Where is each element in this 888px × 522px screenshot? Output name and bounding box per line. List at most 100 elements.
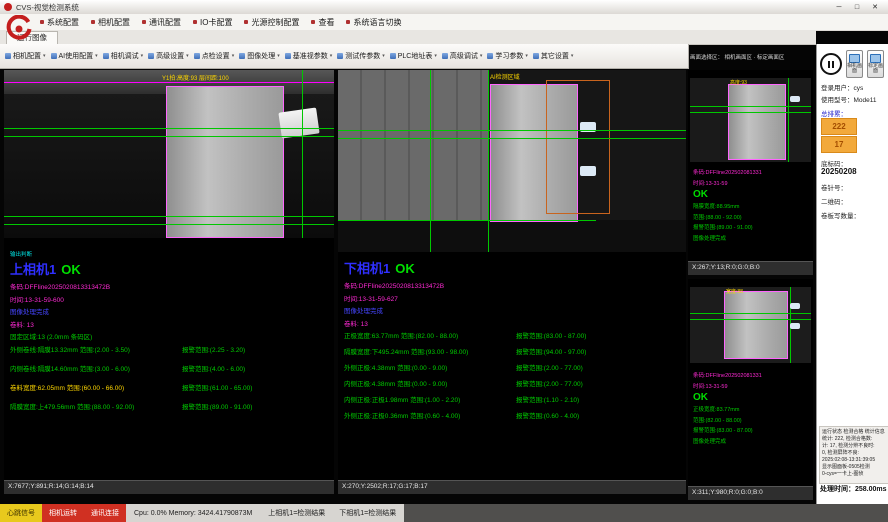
- model-row: 使用型号：Mode11: [821, 94, 887, 104]
- film-roll: [728, 84, 786, 160]
- measure-line: 图像处理完成: [693, 234, 811, 242]
- app-icon: [4, 3, 12, 11]
- measure-row: 隔膜宽度:下495.24mm 范围:(93.00 - 98.00) 报警范围:(…: [344, 346, 684, 356]
- time-line: 时间:13-31-59: [693, 179, 811, 187]
- result-text-small-top: 条码:DFFIine202502081331 时间:13-31-59 OK 隔膜…: [693, 168, 811, 244]
- pause-icon: [832, 61, 834, 68]
- result-text-small-bottom: 条码:DFFIine202502081331 时间:13-31-59 OK 正极…: [693, 371, 811, 447]
- barcode-line: 条码:DFFIine202502081331: [693, 371, 811, 379]
- alarm-range: 报警范围:(61.00 - 65.00): [182, 382, 252, 392]
- result-ok-badge: OK: [693, 392, 811, 403]
- tab-strip: 运行图像: [0, 30, 816, 45]
- camera-view-small-top[interactable]: 高度:93: [690, 78, 811, 162]
- alarm-range: 报警范围:(0.60 - 4.00): [516, 410, 579, 420]
- view-selector-caption: 画面选择区： 相机画面区 · 标定画面区: [690, 53, 814, 61]
- menu-comm-config[interactable]: 通讯配置: [142, 17, 181, 28]
- barcode-line: 条码:DFFIine2025020813313472B: [10, 281, 332, 291]
- login-user-row: 登录用户：cys: [821, 82, 887, 92]
- toolbar-learn-params[interactable]: 学习参数: [485, 48, 530, 64]
- menu-view[interactable]: 查看: [311, 17, 334, 28]
- measure-row: 外侧卷线:隔膜13.32mm 范围:(2.00 - 3.50) 报警范围:(2.…: [10, 344, 332, 354]
- measure-line: 报警范围:(83.00 - 87.00): [693, 426, 811, 434]
- reflective-tab: [790, 323, 800, 329]
- result-text-left: 输出判断 上相机1 OK 条码:DFFIine2025020813313472B…: [10, 250, 332, 420]
- barcode-line: 条码:DFFIine202502081331: [693, 168, 811, 176]
- overlay-line: [4, 136, 334, 137]
- camera-result-readout: 上相机1=检测结果 下相机1=检测结果: [260, 504, 404, 522]
- stats-line: 统计: 222, 检测合格数:: [822, 436, 886, 443]
- menu-io-config[interactable]: IO卡配置: [193, 17, 232, 28]
- app-window: CVS-视觉检测系统 ─ □ ✕ 系统配置 相机配置 通讯配置 IO卡配置 光源…: [0, 0, 888, 522]
- batch-code-value: 20250208: [821, 167, 857, 176]
- toolbar-advanced-settings[interactable]: 高级设置: [146, 48, 191, 64]
- close-button[interactable]: ✕: [866, 1, 884, 13]
- measure-line: 范围:(88.00 - 92.00): [693, 213, 811, 221]
- toolbar-advanced-debug[interactable]: 高级调试: [440, 48, 485, 64]
- heartbeat-indicator: 心跳信号: [0, 504, 42, 522]
- pause-icon: [828, 61, 830, 68]
- calibration-view-button[interactable]: 标定画面: [867, 50, 884, 78]
- menu-language[interactable]: 系统语言切换: [346, 17, 401, 28]
- camera-view-left[interactable]: Y1拍:高度:93 层间距:100: [4, 70, 334, 238]
- menu-camera-config[interactable]: 相机配置: [91, 17, 130, 28]
- overlay-line: [4, 82, 334, 83]
- toolbar-other-settings[interactable]: 其它设置: [531, 48, 576, 64]
- upper-camera-result: 上相机1=检测结果: [268, 508, 325, 518]
- toolbar-baseline-params[interactable]: 基准视参数: [283, 48, 335, 64]
- needle-no-label: 卷针号：: [821, 182, 887, 192]
- toolbar-spot-check[interactable]: 点检设置: [192, 48, 237, 64]
- pixel-readout-left: X:7677;Y:891;R:14;G:14;B:14: [4, 480, 334, 494]
- pause-button[interactable]: [820, 53, 842, 75]
- camera-view-button[interactable]: 相机画面: [846, 50, 863, 78]
- lower-camera-result: 下相机1=检测结果: [339, 508, 396, 518]
- stats-line: 0-cys=一卡上-图侦: [822, 471, 886, 478]
- statusbar-filler: [404, 504, 888, 522]
- time-line: 时间:13-31-59: [693, 382, 811, 390]
- alarm-range: 报警范围:(2.25 - 3.20): [182, 344, 245, 354]
- overlay-line: [488, 70, 489, 252]
- measure-row: 隔膜宽度:上479.56mm 范围:(88.00 - 92.00) 报警范围:(…: [10, 401, 332, 411]
- minimize-button[interactable]: ─: [830, 1, 848, 13]
- camera-view-middle[interactable]: AI检测区域: [338, 70, 686, 252]
- calibration-view-label: 标定画面: [868, 64, 883, 74]
- camera-panel-left: Y1拍:高度:93 层间距:100 输出判断 上相机1 OK 条码:DFFIin…: [4, 70, 334, 494]
- stats-line: 2025:02:08-13:31:39:05: [822, 457, 886, 464]
- camera-name-label: 上相机1: [10, 259, 56, 278]
- barcode-line: 条码:DFFIine2025020813313472B: [344, 280, 684, 290]
- material-line: 卷料: 13: [10, 319, 332, 329]
- window-title: CVS-视觉检测系统: [16, 2, 79, 13]
- toolbar-plc-table[interactable]: PLC地址表: [388, 48, 439, 64]
- camera-view-small-bottom[interactable]: 宽度:88: [690, 287, 811, 363]
- output-judge-label: 输出判断: [10, 250, 332, 258]
- login-user-value: cys: [854, 85, 864, 92]
- toolbar-ai-config[interactable]: AI使用配置: [49, 48, 100, 64]
- alarm-range: 报警范围:(2.00 - 77.00): [516, 362, 583, 372]
- overlay-line: [338, 220, 596, 221]
- process-line: 图像处理完成: [10, 306, 332, 316]
- measure-name: 内侧卷线:隔膜14.60mm 范围:(3.00 - 6.00): [10, 363, 182, 373]
- measure-row: 外侧正极:正极0.36mm 范围:(0.60 - 4.00) 报警范围:(0.6…: [344, 410, 684, 420]
- menu-system-config[interactable]: 系统配置: [40, 17, 79, 28]
- overlay-line: [690, 106, 811, 107]
- toolbar-test-params[interactable]: 测试传参数: [335, 48, 387, 64]
- overlay-line: [4, 216, 334, 217]
- overlay-line: [430, 70, 431, 252]
- menu-light-config[interactable]: 光源控制配置: [244, 17, 299, 28]
- toolbar-image-process[interactable]: 图像处理: [237, 48, 282, 64]
- result-ok-badge: OK: [61, 262, 81, 277]
- sidebar: 相机画面 标定画面 登录用户：cys 使用型号：Mode11 总排累： 222 …: [816, 44, 888, 504]
- process-time-label: 处理时间：: [820, 486, 855, 493]
- result-ok-badge: OK: [693, 189, 811, 200]
- time-line: 时间:13-31-59-600: [10, 294, 332, 304]
- menubar: 系统配置 相机配置 通讯配置 IO卡配置 光源控制配置 查看 系统语言切换: [0, 14, 888, 31]
- process-line: 图像处理完成: [344, 305, 684, 315]
- ai-region-label: AI检测区域: [490, 72, 520, 81]
- ai-detect-box: [546, 80, 610, 214]
- measure-row: 卷料宽度:62.05mm 范围:(60.00 - 66.00) 报警范围:(61…: [10, 382, 332, 392]
- toolbar-camera-config[interactable]: 相机配置: [3, 48, 48, 64]
- stats-line: 0, 检测屏阵不良:: [822, 450, 886, 457]
- maximize-button[interactable]: □: [848, 1, 866, 13]
- toolbar-camera-debug[interactable]: 相机调试: [101, 48, 146, 64]
- counter-display-2: 17: [821, 136, 857, 153]
- measure-name: 内侧正极:正极1.98mm 范围:(1.00 - 2.20): [344, 394, 516, 404]
